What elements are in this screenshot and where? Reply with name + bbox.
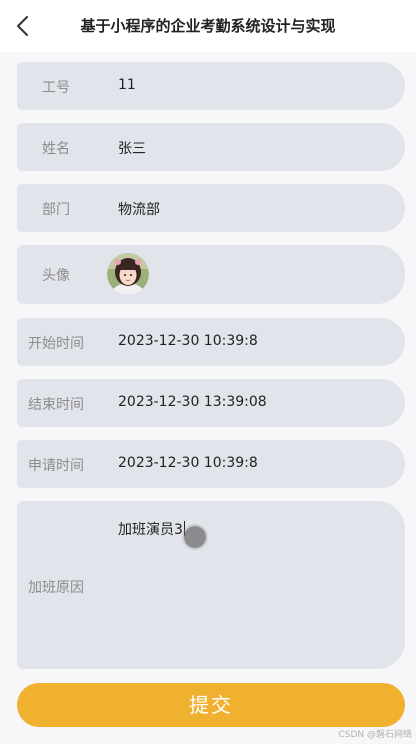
name-value: 张三 <box>118 141 146 157</box>
start-time-label: 开始时间 <box>28 336 84 352</box>
nav-bar: 基于小程序的企业考勤系统设计与实现 <box>0 0 416 52</box>
department-field[interactable]: 部门 物流部 <box>17 184 405 232</box>
reason-label: 加班原因 <box>28 580 84 596</box>
page-title: 基于小程序的企业考勤系统设计与实现 <box>80 17 336 35</box>
start-time-value: 2023-12-30 10:39:8 <box>118 333 258 349</box>
start-time-field[interactable]: 开始时间 2023-12-30 10:39:8 <box>17 318 405 366</box>
department-label: 部门 <box>42 202 70 218</box>
reason-text: 加班演员3 <box>118 522 183 538</box>
watermark: CSDN @磐石网络 <box>338 730 412 740</box>
chevron-left-icon[interactable] <box>12 14 34 38</box>
page: 基于小程序的企业考勤系统设计与实现 工号 11 姓名 张三 部门 物流部 头像 <box>0 0 416 744</box>
apply-time-field[interactable]: 申请时间 2023-12-30 10:39:8 <box>17 440 405 488</box>
employee-id-value: 11 <box>118 77 136 93</box>
avatar-label: 头像 <box>42 268 70 284</box>
employee-id-field[interactable]: 工号 11 <box>17 62 405 110</box>
submit-button[interactable]: 提交 <box>17 683 405 727</box>
employee-id-label: 工号 <box>42 80 70 96</box>
avatar-field: 头像 <box>17 245 405 304</box>
apply-time-label: 申请时间 <box>28 458 84 474</box>
reason-textarea[interactable]: 加班原因 加班演员3 <box>17 501 405 669</box>
name-label: 姓名 <box>42 141 70 157</box>
end-time-field[interactable]: 结束时间 2023-12-30 13:39:08 <box>17 379 405 427</box>
avatar[interactable] <box>107 253 149 295</box>
apply-time-value: 2023-12-30 10:39:8 <box>118 455 258 471</box>
end-time-label: 结束时间 <box>28 397 84 413</box>
department-value: 物流部 <box>118 202 160 218</box>
touch-pointer-icon <box>184 526 206 548</box>
reason-value: 加班演员3 <box>118 519 185 539</box>
end-time-value: 2023-12-30 13:39:08 <box>118 394 267 410</box>
name-field[interactable]: 姓名 张三 <box>17 123 405 171</box>
